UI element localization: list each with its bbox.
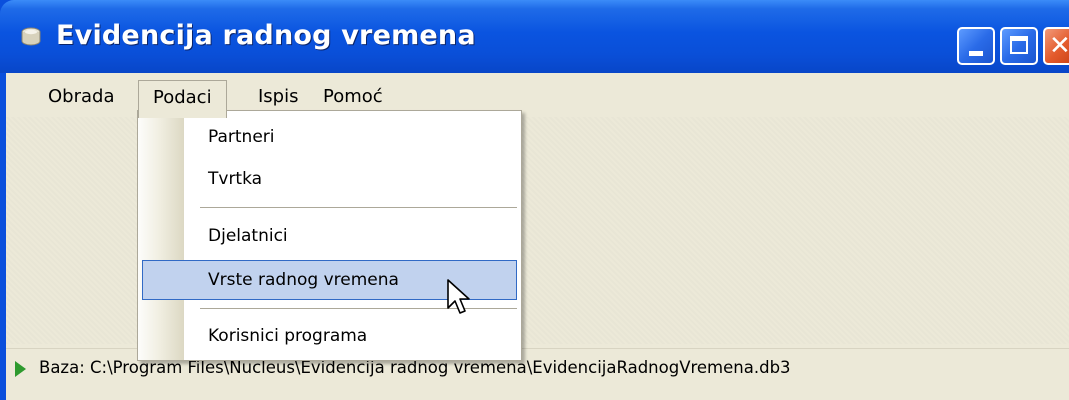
application-window: Evidencija radnog vremena ✕ Obrada Podac… [0, 0, 1069, 400]
podaci-dropdown-menu: Partneri Tvrtka Djelatnici Vrste radnog … [137, 110, 522, 361]
menu-podaci[interactable]: Podaci [138, 80, 227, 118]
maximize-icon [1010, 36, 1028, 54]
menu-item-tvrtka[interactable]: Tvrtka [142, 159, 517, 199]
minimize-button[interactable] [957, 27, 995, 65]
menu-item-korisnici-programa[interactable]: Korisnici programa [142, 316, 517, 356]
app-icon [21, 27, 41, 46]
menu-obrada[interactable]: Obrada [36, 80, 126, 115]
close-button[interactable]: ✕ [1043, 27, 1069, 65]
green-play-icon [15, 361, 26, 377]
title-bar[interactable]: Evidencija radnog vremena ✕ [0, 0, 1069, 73]
window-title: Evidencija radnog vremena [56, 20, 476, 51]
menu-bar: Obrada Podaci Ispis Pomoć [6, 73, 1069, 118]
menu-item-partneri[interactable]: Partneri [142, 117, 517, 157]
maximize-button[interactable] [1000, 27, 1038, 65]
minimize-icon [969, 51, 983, 56]
menu-item-djelatnici[interactable]: Djelatnici [142, 216, 517, 256]
menu-separator [200, 207, 517, 208]
mouse-cursor-icon [447, 279, 470, 314]
close-icon: ✕ [1049, 31, 1069, 61]
